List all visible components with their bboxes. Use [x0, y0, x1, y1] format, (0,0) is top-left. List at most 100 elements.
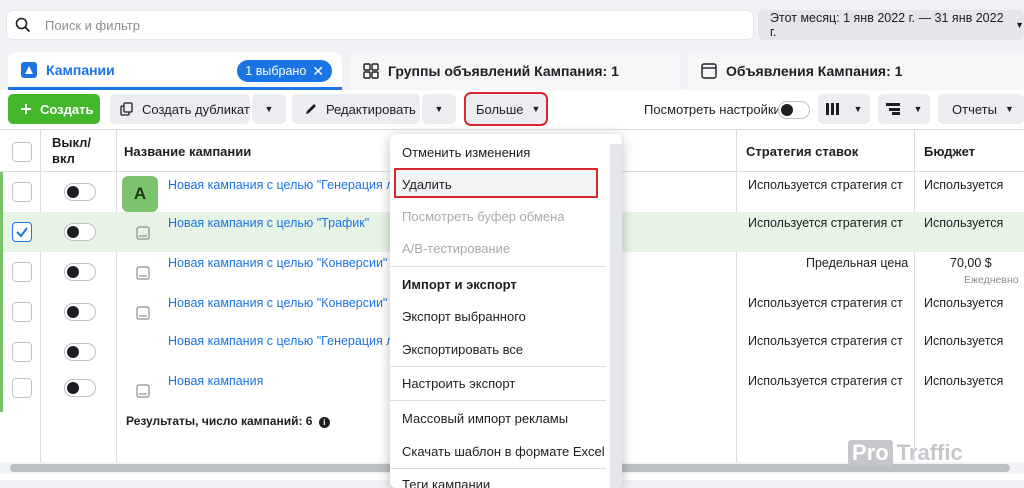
row-checkbox[interactable] — [12, 342, 32, 362]
tab-campaigns[interactable]: Кампании 1 выбрано ✕ — [8, 52, 342, 90]
watermark-pro: Pro — [848, 440, 893, 466]
campaign-icon — [136, 266, 150, 280]
row-checkbox[interactable] — [12, 222, 32, 242]
campaign-name-link[interactable]: Новая кампания с целью "Конверсии" — [168, 296, 387, 310]
search-icon — [15, 17, 31, 33]
tab-ads-label: Объявления Кампания: 1 — [726, 63, 903, 79]
pencil-icon — [306, 104, 316, 114]
row-status-bar — [0, 172, 3, 212]
campaign-name-link[interactable]: Новая кампания — [168, 374, 263, 388]
campaigns-icon — [21, 61, 37, 78]
reports-label: Отчеты — [952, 101, 997, 117]
menu-item-campaign-tags[interactable]: Теги кампании — [402, 477, 490, 488]
results-total-label: Результаты, число кампаний: 6 — [126, 414, 313, 428]
header-strategy[interactable]: Стратегия ставок — [746, 130, 858, 172]
menu-divider — [390, 366, 606, 367]
plus-icon — [21, 104, 31, 114]
info-icon[interactable]: i — [318, 417, 330, 428]
strategy-cell: Используется стратегия ст — [748, 334, 903, 348]
top-bar: Поиск и фильтр Этот месяц: 1 янв 2022 г.… — [0, 0, 1024, 48]
watermark-logo: Pro Traffic — [848, 438, 976, 468]
chevron-down-icon: ▼ — [1015, 20, 1024, 30]
menu-item-undo[interactable]: Отменить изменения — [402, 145, 530, 160]
chevron-down-icon: ▼ — [913, 104, 923, 114]
menu-item-bulk-import[interactable]: Массовый импорт рекламы — [402, 411, 568, 426]
menu-item-download-template[interactable]: Скачать шаблон в формате Excel — [402, 444, 605, 459]
budget-cell: Используется — [924, 178, 1004, 192]
menu-scrollbar[interactable] — [610, 144, 622, 488]
row-toggle[interactable] — [64, 223, 96, 241]
menu-item-export-selected[interactable]: Экспорт выбранного — [402, 309, 526, 324]
budget-cell: Используется — [924, 296, 1004, 310]
strategy-cell: Используется стратегия ст — [748, 374, 903, 388]
row-checkbox[interactable] — [12, 262, 32, 282]
chevron-down-icon: ▼ — [1004, 104, 1014, 114]
menu-item-export-all[interactable]: Экспортировать все — [402, 342, 523, 357]
ad-sets-icon — [363, 63, 379, 79]
menu-section-import-export: Импорт и экспорт — [402, 277, 517, 292]
chevron-down-icon: ▼ — [264, 104, 274, 114]
menu-item-delete[interactable]: Удалить — [402, 177, 452, 192]
date-range-picker[interactable]: Этот месяц: 1 янв 2022 г. — 31 янв 2022 … — [758, 10, 1024, 40]
tab-ads[interactable]: Объявления Кампания: 1 — [688, 52, 1024, 90]
row-toggle[interactable] — [64, 303, 96, 321]
campaign-name-link[interactable]: Новая кампания с целью "Трафик" — [168, 216, 369, 230]
campaign-icon — [136, 384, 150, 398]
row-checkbox[interactable] — [12, 302, 32, 322]
view-settings-toggle[interactable] — [778, 101, 810, 119]
avatar: A — [122, 176, 158, 212]
menu-item-ab-test: A/B-тестирование — [402, 241, 511, 256]
menu-item-clipboard: Посмотреть буфер обмена — [402, 209, 565, 224]
breakdown-button[interactable]: ▼ — [878, 94, 930, 124]
duplicate-button[interactable]: Создать дубликат — [110, 94, 250, 124]
edit-button[interactable]: Редактировать — [292, 94, 420, 124]
toolbar: Создать Создать дубликат ▼ Редактировать… — [0, 90, 1024, 130]
more-button[interactable]: Больше ▼ — [464, 92, 548, 126]
budget-cell: Используется — [924, 334, 1004, 348]
row-toggle[interactable] — [64, 263, 96, 281]
row-toggle[interactable] — [64, 183, 96, 201]
date-range-label: Этот месяц: 1 янв 2022 г. — 31 янв 2022 … — [770, 11, 1004, 39]
reports-button[interactable]: Отчеты ▼ — [938, 94, 1024, 124]
columns-button[interactable]: ▼ — [818, 94, 870, 124]
strategy-cell: Используется стратегия ст — [748, 178, 903, 192]
search-placeholder: Поиск и фильтр — [45, 17, 140, 33]
columns-icon — [825, 103, 839, 115]
duplicate-label: Создать дубликат — [142, 101, 250, 117]
row-toggle[interactable] — [64, 379, 96, 397]
level-tabs: Кампании 1 выбрано ✕ Группы объявлений К… — [0, 50, 1024, 90]
header-budget[interactable]: Бюджет — [924, 130, 975, 172]
create-label: Создать — [40, 101, 94, 117]
view-settings-label: Посмотреть настройки — [644, 102, 781, 117]
campaign-name-link[interactable]: Новая кампания с целью "Конверсии" — [168, 256, 387, 270]
tab-campaigns-label: Кампании — [46, 61, 115, 78]
header-name[interactable]: Название кампании — [124, 130, 251, 172]
strategy-cell: Используется стратегия ст — [748, 296, 903, 310]
strategy-cell: Используется стратегия ст — [748, 216, 903, 230]
strategy-cell: Предельная цена — [806, 256, 909, 270]
close-icon[interactable]: ✕ — [312, 63, 324, 80]
chevron-down-icon: ▼ — [531, 104, 541, 114]
chevron-down-icon: ▼ — [853, 104, 863, 114]
select-all-checkbox[interactable] — [12, 142, 32, 162]
selected-badge-label: 1 выбрано — [245, 64, 307, 78]
row-toggle[interactable] — [64, 343, 96, 361]
row-checkbox[interactable] — [12, 182, 32, 202]
header-toggle[interactable]: Выкл/вкл — [52, 130, 112, 172]
campaign-name-link[interactable]: Новая кампания с целью "Генерация лид — [168, 178, 408, 192]
duplicate-dropdown-button[interactable]: ▼ — [252, 94, 286, 124]
watermark-traffic: Traffic — [896, 440, 963, 465]
row-status-bar — [0, 252, 3, 292]
menu-item-configure-export[interactable]: Настроить экспорт — [402, 376, 515, 391]
ads-icon — [701, 63, 717, 79]
more-label: Больше — [476, 101, 524, 117]
tab-ad-sets[interactable]: Группы объявлений Кампания: 1 — [350, 52, 680, 90]
budget-cell: Используется — [924, 216, 1004, 230]
edit-dropdown-button[interactable]: ▼ — [422, 94, 456, 124]
search-input[interactable]: Поиск и фильтр — [6, 10, 754, 40]
campaign-name-link[interactable]: Новая кампания с целью "Генерация лид — [168, 334, 408, 348]
row-checkbox[interactable] — [12, 378, 32, 398]
edit-label: Редактировать — [326, 101, 416, 117]
selected-badge[interactable]: 1 выбрано ✕ — [237, 60, 332, 82]
create-button[interactable]: Создать — [8, 94, 100, 124]
